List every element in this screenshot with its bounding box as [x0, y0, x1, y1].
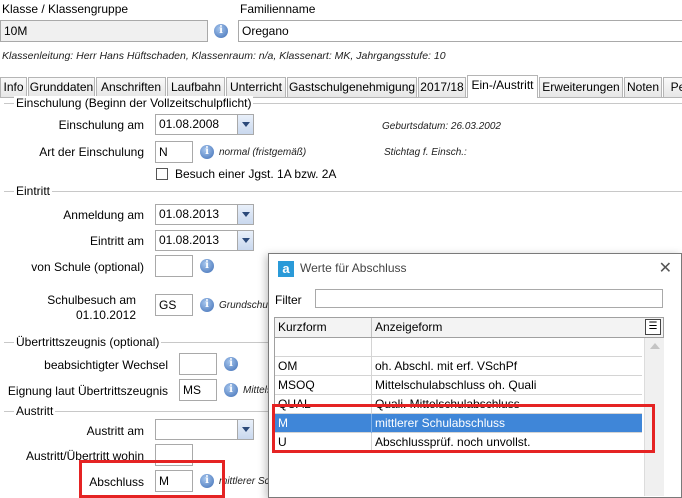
info-icon[interactable]: i: [224, 357, 238, 371]
close-icon[interactable]: ✕: [659, 258, 672, 278]
einschulung-am-label: Einschulung am: [58, 118, 144, 132]
tab-laufbahn[interactable]: Laufbahn: [167, 77, 225, 97]
dialog-title: Werte für Abschluss: [300, 261, 407, 275]
austritt-am-label: Austritt am: [86, 424, 144, 438]
table-row[interactable]: OM oh. Abschl. mit erf. VSchPf: [275, 357, 642, 376]
tab-gastschulgenehmigung[interactable]: Gastschulgenehmigung: [287, 77, 417, 97]
info-icon[interactable]: i: [200, 259, 214, 273]
chevron-down-icon[interactable]: [237, 205, 253, 224]
tab-unterricht[interactable]: Unterricht: [226, 77, 286, 97]
eignung-label: Eignung laut Übertrittszeugnis: [7, 384, 168, 398]
class-info-line: Klassenleitung: Herr Hans Hüftschaden, K…: [2, 50, 446, 62]
table-row[interactable]: [275, 338, 642, 357]
tab-bar: Info Grunddaten Anschriften Laufbahn Unt…: [0, 75, 682, 98]
chevron-down-icon[interactable]: [237, 231, 253, 250]
section-eintritt: Eintritt: [0, 184, 682, 198]
klasse-label: Klasse / Klassengruppe: [2, 2, 129, 16]
eintritt-am-label: Eintritt am: [89, 234, 144, 248]
besuch-jgst-label: Besuch einer Jgst. 1A bzw. 2A: [175, 167, 337, 181]
schulbesuch-date: 01.10.2012: [75, 308, 136, 322]
schulbesuch-desc: Grundschu: [219, 300, 268, 311]
wechsel-label: beabsichtigter Wechsel: [44, 358, 168, 372]
highlight-box-abschluss: [79, 460, 225, 498]
tab-2017-18[interactable]: 2017/18: [418, 77, 466, 97]
section-einschulung: Einschulung (Beginn der Vollzeitschulpfl…: [0, 96, 682, 110]
chevron-down-icon[interactable]: [237, 420, 253, 439]
art-einschulung-label: Art der Einschulung: [39, 145, 144, 159]
info-icon[interactable]: i: [200, 145, 214, 159]
info-icon[interactable]: i: [214, 24, 228, 38]
eintritt-am-date[interactable]: 01.08.2013: [155, 230, 254, 251]
art-einschulung-field[interactable]: N: [155, 141, 193, 163]
familienname-field[interactable]: Oregano: [238, 20, 682, 42]
anmeldung-am-date[interactable]: 01.08.2013: [155, 204, 254, 225]
grid-header: Kurzform Anzeigeform ☰: [274, 317, 664, 338]
scroll-up-icon[interactable]: [650, 343, 660, 349]
tab-anschriften[interactable]: Anschriften: [96, 77, 166, 97]
von-schule-field[interactable]: [155, 255, 193, 277]
einschulung-am-date[interactable]: 01.08.2008: [155, 114, 254, 135]
besuch-jgst-checkbox[interactable]: [156, 168, 168, 180]
chevron-down-icon[interactable]: [237, 115, 253, 134]
werte-dialog: a Werte für Abschluss ✕ Filter Kurzform …: [268, 253, 682, 498]
column-chooser-icon[interactable]: ☰: [645, 319, 661, 335]
col-kurzform[interactable]: Kurzform: [275, 318, 372, 337]
klasse-field[interactable]: 10M: [0, 20, 208, 42]
schulbesuch-label: Schulbesuch am: [47, 293, 136, 307]
tab-info[interactable]: Info: [0, 77, 27, 97]
app-icon: a: [278, 261, 294, 277]
austritt-am-date[interactable]: [155, 419, 254, 440]
tab-noten[interactable]: Noten: [624, 77, 662, 97]
stichtag-label: Stichtag f. Einsch.:: [384, 147, 467, 158]
familienname-label: Familienname: [240, 2, 316, 16]
anmeldung-am-label: Anmeldung am: [63, 208, 144, 222]
geburtsdatum: Geburtsdatum: 26.03.2002: [382, 121, 501, 132]
info-icon[interactable]: i: [224, 383, 238, 397]
filter-input[interactable]: [315, 289, 663, 308]
tab-erweiterungen[interactable]: Erweiterungen: [539, 77, 623, 97]
tab-pe[interactable]: Pe: [663, 77, 682, 97]
filter-label: Filter: [275, 293, 302, 307]
wechsel-field[interactable]: [179, 353, 217, 375]
table-row[interactable]: MSOQ Mittelschulabschluss oh. Quali: [275, 376, 642, 395]
eignung-field[interactable]: MS: [179, 379, 217, 401]
art-einschulung-desc: normal (fristgemäß): [219, 147, 307, 158]
tab-grunddaten[interactable]: Grunddaten: [28, 77, 95, 97]
abschluss-desc: mittlerer Sc: [219, 476, 270, 487]
schulbesuch-field[interactable]: GS: [155, 294, 193, 316]
von-schule-label: von Schule (optional): [31, 260, 144, 274]
tab-ein-austritt[interactable]: Ein-/Austritt: [467, 75, 538, 98]
col-anzeigeform[interactable]: Anzeigeform: [372, 318, 642, 337]
highlight-box-selection: [272, 404, 655, 453]
info-icon[interactable]: i: [200, 298, 214, 312]
